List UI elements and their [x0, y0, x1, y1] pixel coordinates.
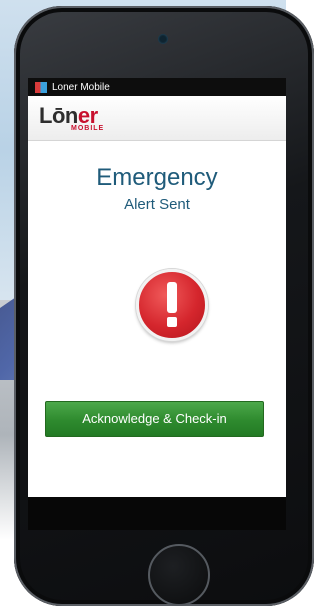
logo-subtext: MOBILE	[71, 125, 105, 132]
status-bar: Loner Mobile	[28, 78, 286, 96]
alert-subtitle: Alert Sent	[124, 196, 190, 213]
exclamation-bar	[167, 282, 177, 313]
status-app-name: Loner Mobile	[52, 81, 110, 93]
phone-bottom-bezel	[28, 497, 286, 530]
alert-title: Emergency	[96, 164, 218, 191]
app-screen: Loner Mobile Lōner MOBILE Emergency Aler…	[28, 78, 286, 497]
app-notification-icon	[35, 81, 47, 93]
loner-mobile-logo: Lōner MOBILE	[39, 103, 109, 137]
home-button[interactable]	[148, 544, 210, 606]
exclamation-icon	[136, 269, 208, 341]
app-header: Lōner MOBILE	[28, 96, 286, 141]
exclamation-dot	[167, 317, 177, 327]
front-camera	[158, 34, 168, 44]
acknowledge-checkin-button[interactable]: Acknowledge & Check-in	[45, 401, 264, 437]
